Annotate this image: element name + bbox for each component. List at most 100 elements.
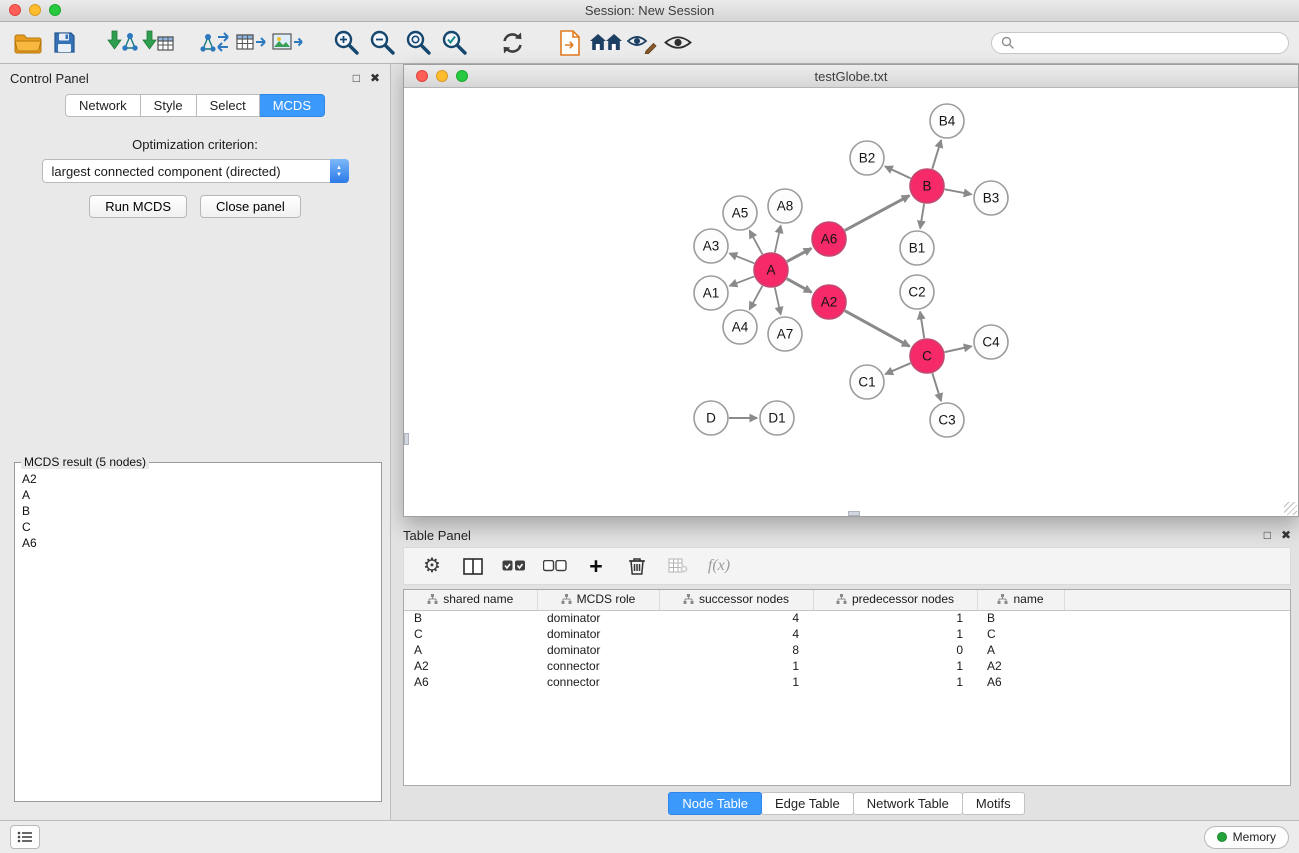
- cell-successor-nodes[interactable]: 4: [659, 610, 813, 626]
- cell-successor-nodes[interactable]: 1: [659, 658, 813, 674]
- node-C2[interactable]: C2: [900, 275, 934, 309]
- deselect-all-button[interactable]: [543, 551, 567, 581]
- node-A8[interactable]: A8: [768, 189, 802, 223]
- edge-C-C1[interactable]: [885, 363, 910, 374]
- edge-B-B2[interactable]: [885, 166, 911, 178]
- node-B2[interactable]: B2: [850, 141, 884, 175]
- table-row[interactable]: A2connector11A2: [404, 658, 1290, 674]
- edge-A-A7[interactable]: [775, 288, 781, 315]
- search-field[interactable]: [991, 32, 1289, 54]
- cell-name[interactable]: A6: [977, 674, 1064, 690]
- edge-A-A8[interactable]: [775, 226, 781, 253]
- network-graph[interactable]: B4B2BB3A5A8A6B1A3AC2A1A2A4A7C4CC1C3DD1: [404, 88, 1296, 515]
- cell-mcds-role[interactable]: connector: [537, 658, 659, 674]
- tab-edge-table[interactable]: Edge Table: [761, 792, 854, 815]
- zoom-out-button[interactable]: [364, 26, 400, 60]
- cell-successor-nodes[interactable]: 4: [659, 626, 813, 642]
- mcds-result-list[interactable]: A2ABCA6: [19, 471, 377, 551]
- add-column-button[interactable]: +: [584, 551, 608, 581]
- node-A7[interactable]: A7: [768, 317, 802, 351]
- column-header-successor-nodes[interactable]: successor nodes: [659, 590, 813, 610]
- edge-C-C4[interactable]: [945, 346, 972, 352]
- select-all-button[interactable]: [502, 551, 526, 581]
- table-settings-button[interactable]: ⚙: [420, 551, 444, 581]
- close-panel-button[interactable]: Close panel: [200, 195, 301, 218]
- import-network-button[interactable]: [104, 26, 140, 60]
- table-row[interactable]: Cdominator41C: [404, 626, 1290, 642]
- zoom-in-button[interactable]: [328, 26, 364, 60]
- home-button[interactable]: [588, 26, 624, 60]
- cell-predecessor-nodes[interactable]: 1: [813, 626, 977, 642]
- node-A[interactable]: A: [754, 253, 788, 287]
- tab-motifs[interactable]: Motifs: [962, 792, 1025, 815]
- network-canvas[interactable]: B4B2BB3A5A8A6B1A3AC2A1A2A4A7C4CC1C3DD1: [404, 88, 1298, 516]
- node-C1[interactable]: C1: [850, 365, 884, 399]
- cell-mcds-role[interactable]: dominator: [537, 626, 659, 642]
- edge-A-A1[interactable]: [730, 276, 755, 285]
- minimize-window-button[interactable]: [29, 4, 41, 16]
- node-B3[interactable]: B3: [974, 181, 1008, 215]
- close-table-panel-icon[interactable]: ✖: [1281, 529, 1291, 541]
- open-session-button[interactable]: [10, 26, 46, 60]
- cell-mcds-role[interactable]: dominator: [537, 642, 659, 658]
- show-graphics-details-button[interactable]: [660, 26, 696, 60]
- hide-column-button[interactable]: [666, 551, 690, 581]
- cell-name[interactable]: A: [977, 642, 1064, 658]
- save-session-button[interactable]: [46, 26, 82, 60]
- mcds-result-item[interactable]: A2: [19, 471, 377, 487]
- export-image-button[interactable]: [270, 26, 306, 60]
- tab-mcds[interactable]: MCDS: [260, 94, 325, 117]
- run-mcds-button[interactable]: Run MCDS: [89, 195, 187, 218]
- refresh-button[interactable]: [494, 26, 530, 60]
- mcds-result-item[interactable]: A6: [19, 535, 377, 551]
- zoom-selected-button[interactable]: [436, 26, 472, 60]
- float-panel-icon[interactable]: □: [353, 72, 360, 84]
- mcds-result-item[interactable]: C: [19, 519, 377, 535]
- node-C[interactable]: C: [910, 339, 944, 373]
- table-row[interactable]: Bdominator41B: [404, 610, 1290, 626]
- function-builder-button[interactable]: f(x): [707, 551, 731, 581]
- annotation-eye-button[interactable]: [624, 26, 660, 60]
- node-A3[interactable]: A3: [694, 229, 728, 263]
- cell-shared-name[interactable]: A2: [404, 658, 537, 674]
- titlebar[interactable]: Session: New Session: [0, 0, 1299, 22]
- table-row[interactable]: A6connector11A6: [404, 674, 1290, 690]
- open-file-button[interactable]: [552, 26, 588, 60]
- network-minimize-button[interactable]: [436, 70, 448, 82]
- tab-select[interactable]: Select: [197, 94, 260, 117]
- edge-A-A4[interactable]: [750, 286, 763, 310]
- cell-successor-nodes[interactable]: 8: [659, 642, 813, 658]
- edge-C-C3[interactable]: [932, 373, 941, 401]
- zoom-fit-button[interactable]: [400, 26, 436, 60]
- close-window-button[interactable]: [9, 4, 21, 16]
- node-A4[interactable]: A4: [723, 310, 757, 344]
- vertical-scroll-mark[interactable]: [404, 433, 409, 445]
- cell-name[interactable]: C: [977, 626, 1064, 642]
- node-C4[interactable]: C4: [974, 325, 1008, 359]
- search-input[interactable]: [1020, 36, 1279, 50]
- node-D[interactable]: D: [694, 401, 728, 435]
- edge-A-A5[interactable]: [750, 231, 763, 255]
- memory-button[interactable]: Memory: [1204, 826, 1289, 849]
- edge-B-B1[interactable]: [920, 204, 924, 228]
- delete-column-button[interactable]: [625, 551, 649, 581]
- edge-A2-C[interactable]: [845, 311, 910, 347]
- node-A6[interactable]: A6: [812, 222, 846, 256]
- mcds-result-item[interactable]: B: [19, 503, 377, 519]
- table-row[interactable]: Adominator80A: [404, 642, 1290, 658]
- node-A5[interactable]: A5: [723, 196, 757, 230]
- cell-predecessor-nodes[interactable]: 1: [813, 658, 977, 674]
- column-layout-button[interactable]: [461, 551, 485, 581]
- cell-predecessor-nodes[interactable]: 0: [813, 642, 977, 658]
- cell-predecessor-nodes[interactable]: 1: [813, 610, 977, 626]
- cell-shared-name[interactable]: A6: [404, 674, 537, 690]
- column-header-mcds-role[interactable]: MCDS role: [537, 590, 659, 610]
- float-table-panel-icon[interactable]: □: [1264, 529, 1271, 541]
- edge-B-B3[interactable]: [945, 189, 972, 194]
- cell-name[interactable]: A2: [977, 658, 1064, 674]
- edge-A-A2[interactable]: [787, 279, 812, 293]
- network-close-button[interactable]: [416, 70, 428, 82]
- resize-grip[interactable]: [1284, 502, 1297, 515]
- cell-name[interactable]: B: [977, 610, 1064, 626]
- cell-shared-name[interactable]: B: [404, 610, 537, 626]
